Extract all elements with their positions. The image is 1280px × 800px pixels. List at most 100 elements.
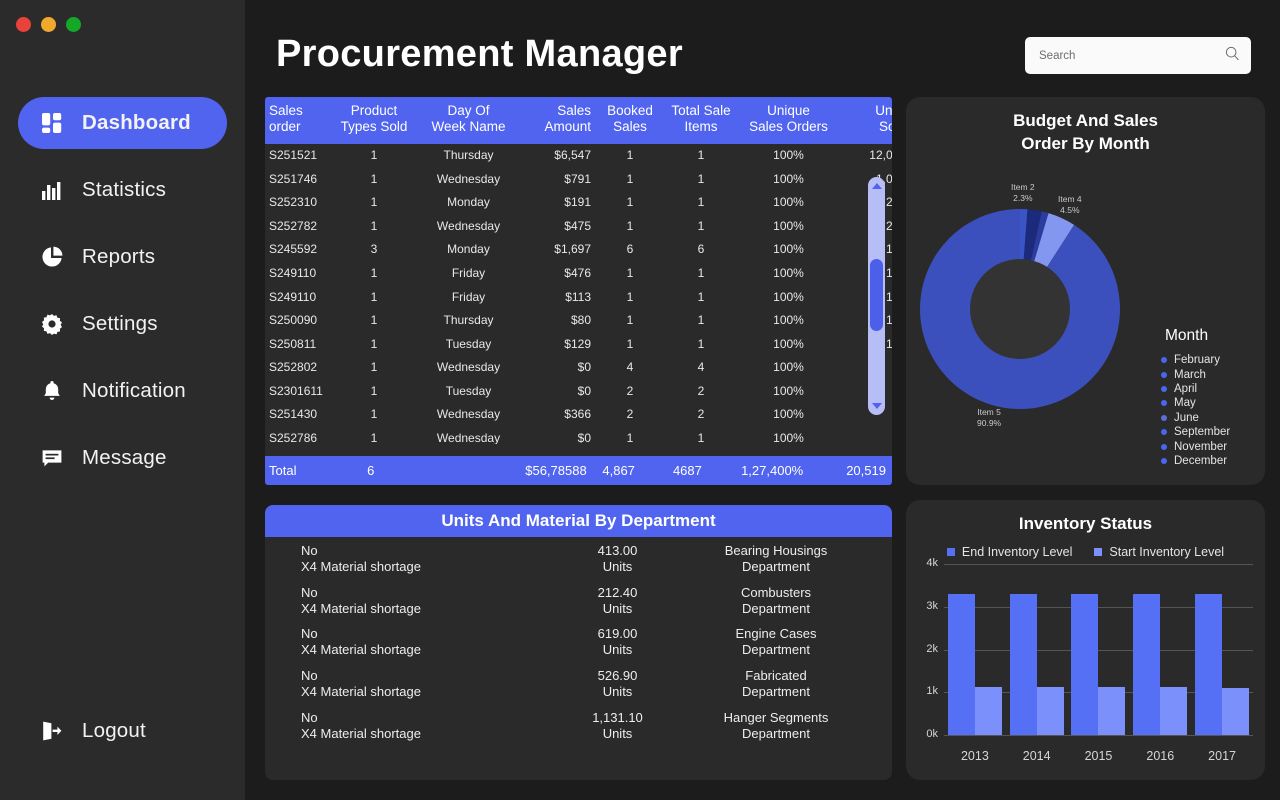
status-line-2: X4 Material shortage — [301, 558, 421, 574]
bar[interactable] — [1009, 593, 1037, 735]
cell-sales-amount: $80 — [570, 313, 591, 328]
sidebar-item-statistics[interactable]: Statistics — [18, 164, 227, 216]
legend-item[interactable]: February — [1161, 353, 1230, 367]
table-row[interactable]: S2508111Tuesday$12911100%100 — [265, 332, 892, 356]
sidebar-item-notification[interactable]: Notification — [18, 365, 227, 417]
cell-sales-amount: $475 — [564, 218, 591, 233]
logout-label: Logout — [82, 719, 146, 742]
department-units: 619.00 Units — [535, 626, 700, 658]
table-row[interactable]: S252786 1 Wednesday $0 1 1 100% 53 — [265, 427, 892, 444]
legend-item[interactable]: November — [1161, 439, 1230, 453]
cell-product-types-sold: 1 — [370, 336, 378, 351]
sales-table-scroll-region[interactable]: S251521 1 Thursday $6,547 1 1 100% 12,000 S25174… — [265, 144, 892, 444]
cell-sales-order: S250090 — [269, 313, 318, 328]
search-input[interactable] — [1039, 49, 1225, 62]
table-row[interactable]: S2491101Friday$47611100%100 — [265, 262, 892, 286]
legend-item[interactable]: May — [1161, 396, 1230, 410]
table-scrollbar[interactable] — [868, 177, 885, 415]
table-row[interactable]: S2455923Monday$1,69766100%124 — [265, 238, 892, 262]
y-axis-tick-label: 1k — [926, 685, 938, 698]
table-row[interactable]: S2527821Wednesday$47511100%200 — [265, 215, 892, 239]
bar[interactable] — [1195, 593, 1223, 735]
bar[interactable] — [974, 687, 1002, 735]
bar-legend-item[interactable]: Start Inventory Level — [1094, 545, 1224, 559]
department-status: No X4 Material shortage — [265, 585, 535, 617]
maximize-window-button[interactable] — [66, 17, 81, 32]
sidebar-item-dashboard[interactable]: Dashboard — [18, 97, 227, 149]
bar[interactable] — [947, 593, 975, 735]
x-axis-tick-label: 2013 — [960, 749, 989, 763]
column-header-sales-order[interactable]: Sales order — [265, 97, 333, 144]
column-header-total-sale-items[interactable]: Total Sale Items — [663, 97, 739, 144]
table-row[interactable]: S2528021Wednesday$044100%95 — [265, 356, 892, 380]
total-units-sold: 20,519 — [846, 463, 886, 478]
cell-sales-amount: $366 — [564, 407, 591, 422]
table-row[interactable]: S2514301Wednesday$36622100%70 — [265, 403, 892, 427]
department-row: No X4 Material shortage 1,131.10 Units Hange… — [265, 704, 892, 746]
legend-item[interactable]: April — [1161, 382, 1230, 396]
bar-legend-item[interactable]: End Inventory Level — [946, 545, 1072, 559]
cell-day-of-week: Wednesday — [436, 171, 501, 186]
donut-chart[interactable] — [920, 209, 1120, 409]
bar[interactable] — [1160, 687, 1188, 735]
legend-item[interactable]: June — [1161, 411, 1230, 425]
bar[interactable] — [1222, 687, 1250, 735]
cell-product-types-sold: 1 — [370, 265, 378, 280]
column-header-sales-amount[interactable]: Sales Amount — [522, 97, 597, 144]
sidebar-item-message[interactable]: Message — [18, 432, 227, 484]
sidebar-item-settings[interactable]: Settings — [18, 298, 227, 350]
cell-booked-sales: 4 — [626, 360, 634, 375]
cell-sales-amount: $791 — [564, 171, 591, 186]
page-title: Procurement Manager — [276, 33, 683, 75]
legend-item[interactable]: March — [1161, 367, 1230, 381]
units-value: 619.00 — [597, 626, 638, 642]
sales-table-panel: Sales order Product Types Sold Day Of Week … — [265, 97, 892, 485]
logout-button[interactable]: Logout — [18, 710, 146, 752]
search-icon[interactable] — [1225, 46, 1241, 66]
scrollbar-thumb[interactable] — [870, 259, 883, 331]
bar[interactable] — [1133, 593, 1161, 735]
cell-unique-sales-orders: 100% — [773, 407, 804, 422]
legend-item[interactable]: December — [1161, 454, 1230, 468]
table-total-row: Total 6 $56,78588 4,867 4687 1,27,400% 2… — [265, 456, 892, 485]
cell-unique-sales-orders: 100% — [773, 336, 804, 351]
close-window-button[interactable] — [16, 17, 31, 32]
column-header-booked-sales[interactable]: Booked Sales — [597, 97, 663, 144]
table-row[interactable]: S251521 1 Thursday $6,547 1 1 100% 12,000 — [265, 144, 892, 168]
column-header-unique-sales-orders[interactable]: Unique Sales Orders — [739, 97, 838, 144]
triangle-up-icon[interactable] — [871, 183, 882, 189]
cell-sales-amount: $6,547 — [554, 148, 591, 163]
x-axis-tick-label: 2014 — [1022, 749, 1051, 763]
table-row[interactable]: S2491101Friday$11311100%100 — [265, 285, 892, 309]
search-box[interactable] — [1025, 37, 1251, 74]
bar[interactable] — [1098, 687, 1126, 735]
sidebar-item-reports[interactable]: Reports — [18, 231, 227, 283]
status-line-2: X4 Material shortage — [301, 725, 421, 741]
table-row[interactable]: S2500901Thursday$8011100%100 — [265, 309, 892, 333]
legend-label: March — [1174, 368, 1206, 381]
bar[interactable] — [1036, 687, 1064, 735]
cell-product-types-sold: 1 — [370, 289, 378, 304]
table-row[interactable]: S2523101Monday$19111100%200 — [265, 191, 892, 215]
table-row[interactable]: S23016111Tuesday$022100%75 — [265, 380, 892, 404]
table-row[interactable]: S2517461Wednesday$79111100%1,000 — [265, 168, 892, 192]
cell-unique-sales-orders: 100% — [773, 430, 804, 444]
bar-chart-bars[interactable] — [944, 558, 1253, 735]
cell-sales-amount: $0 — [577, 383, 591, 398]
column-header-product-types-sold[interactable]: Product Types Sold — [333, 97, 415, 144]
cell-unique-sales-orders: 100% — [773, 360, 804, 375]
bar[interactable] — [1071, 593, 1099, 735]
grid-icon — [40, 110, 70, 136]
donut-label-item-2: Item 2 2.3% — [1011, 182, 1035, 203]
logout-icon — [40, 718, 70, 744]
department-units: 413.00 Units — [535, 543, 700, 575]
legend-item[interactable]: September — [1161, 425, 1230, 439]
minimize-window-button[interactable] — [41, 17, 56, 32]
sales-table: Sales order Product Types Sold Day Of Week … — [265, 97, 892, 144]
sidebar-item-label: Reports — [82, 245, 156, 268]
department-units: 526.90 Units — [535, 668, 700, 700]
column-header-units-sold[interactable]: UnitsSold — [838, 97, 892, 144]
cell-unique-sales-orders: 100% — [773, 313, 804, 328]
column-header-day-of-week-name[interactable]: Day Of Week Name — [415, 97, 522, 144]
triangle-down-icon[interactable] — [871, 403, 882, 409]
